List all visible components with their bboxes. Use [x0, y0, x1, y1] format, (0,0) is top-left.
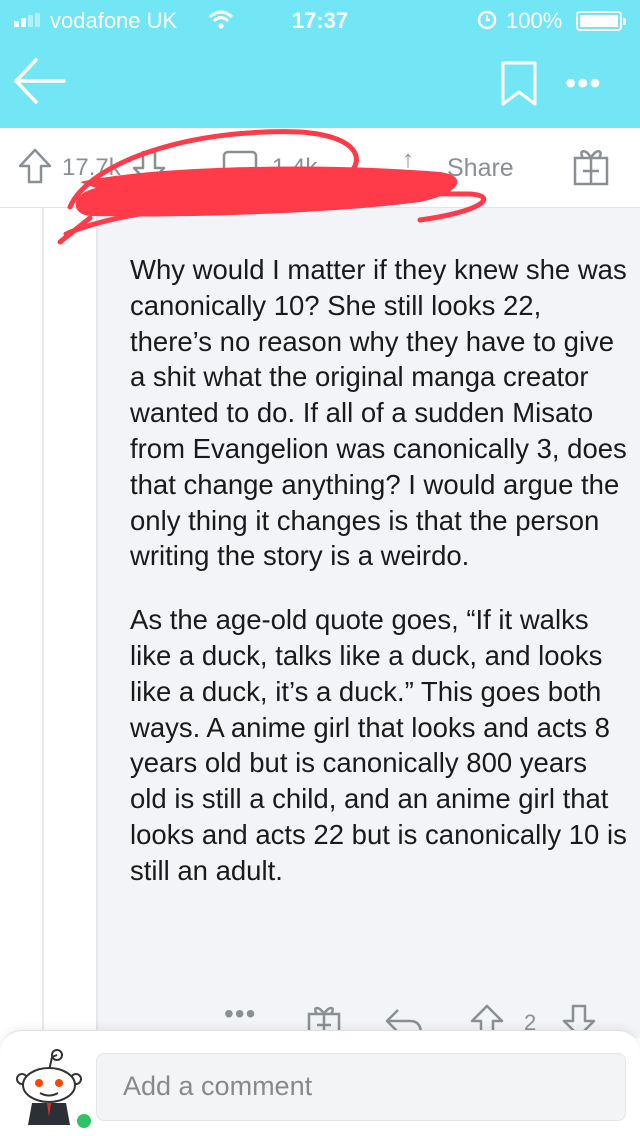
bookmark-button[interactable]	[500, 60, 538, 108]
comment-paragraph: As the age-old quote goes, “If it walks …	[130, 604, 627, 886]
more-options-button[interactable]: •••	[565, 67, 602, 99]
downvote-button[interactable]	[132, 150, 166, 186]
comment: · ··· Why would I matter if they knew sh…	[96, 202, 640, 1038]
comment-paragraph: Why would I matter if they knew she was …	[130, 254, 627, 572]
comment-bubble-icon	[222, 150, 258, 186]
comment-body: Why would I matter if they knew she was …	[130, 252, 630, 917]
comment-count: 1.4k	[272, 154, 318, 181]
award-button[interactable]	[572, 146, 610, 186]
comment-more-button[interactable]: •••	[224, 1000, 256, 1028]
snoo-avatar-icon	[16, 1049, 82, 1125]
comment-composer: Add a comment	[0, 1030, 640, 1136]
back-arrow-icon	[14, 58, 66, 104]
avatar[interactable]	[14, 1043, 94, 1131]
add-comment-input[interactable]: Add a comment	[96, 1053, 626, 1121]
upvote-arrow-icon	[18, 148, 52, 184]
post-score: 17.7k	[62, 154, 121, 181]
gift-icon	[573, 150, 609, 186]
status-bar: vodafone UK 17:37 100%	[0, 0, 640, 40]
downvote-arrow-icon	[132, 150, 166, 186]
battery-icon	[576, 11, 626, 31]
share-arrow-icon: ↑	[402, 146, 414, 173]
post-action-bar: 17.7k 1.4k ↑ Share	[0, 128, 640, 208]
share-button[interactable]: Share	[447, 154, 514, 183]
back-button[interactable]	[12, 56, 68, 106]
online-status-dot	[74, 1111, 94, 1131]
battery-percent: 100%	[506, 8, 563, 33]
comment-thread: · ··· Why would I matter if they knew sh…	[0, 202, 640, 1136]
upvote-button[interactable]	[18, 148, 52, 184]
thread-line[interactable]	[42, 208, 44, 1038]
top-bar: vodafone UK 17:37 100% •••	[0, 0, 640, 128]
alarm-icon	[476, 8, 498, 36]
bookmark-icon	[501, 61, 537, 106]
comments-button[interactable]	[222, 150, 258, 186]
comment-meta: · ···	[138, 202, 171, 224]
